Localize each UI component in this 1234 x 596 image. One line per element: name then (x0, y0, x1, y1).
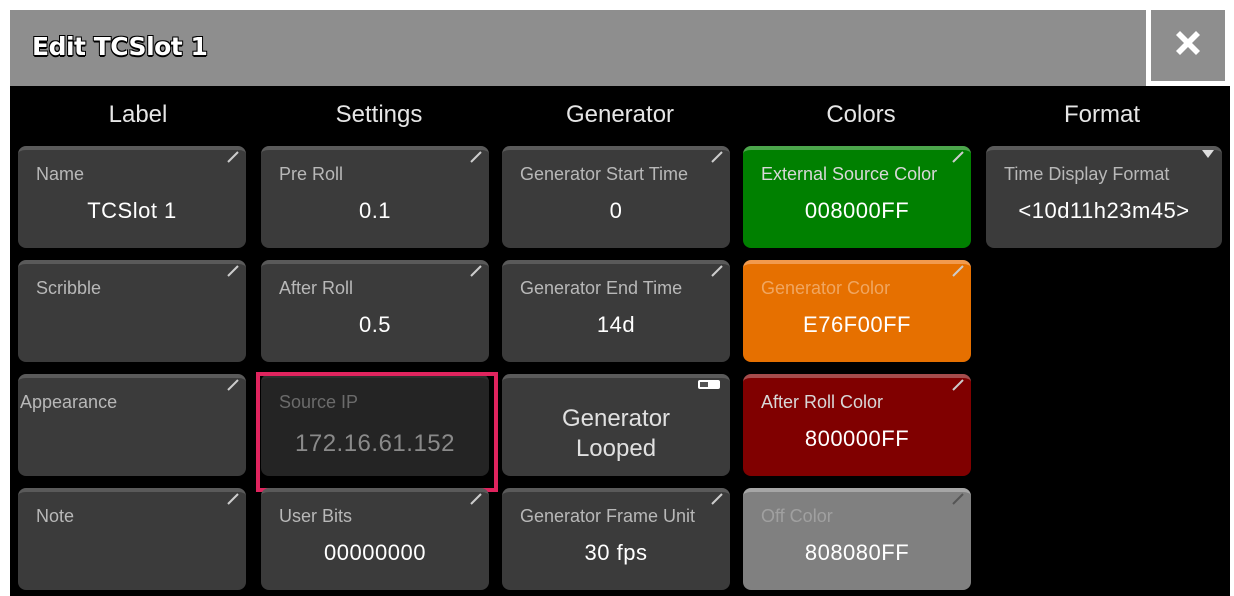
name-value: TCSlot 1 (87, 198, 177, 223)
pencil-corner-icon (227, 265, 239, 277)
column-header-colors: Colors (826, 101, 896, 128)
column-header-settings: Settings (335, 101, 423, 128)
pencil-corner-icon (470, 493, 482, 505)
generator-end-time-field[interactable]: Generator End Time 14d (502, 260, 730, 362)
external-source-color-value: 008000FF (804, 198, 910, 223)
after-roll-color-label: After Roll Color (761, 392, 884, 412)
generator-start-time-field[interactable]: Generator Start Time 0 (502, 146, 730, 248)
toggle-icon (698, 380, 720, 389)
appearance-field[interactable]: Appearance (18, 374, 246, 476)
pencil-corner-icon (711, 265, 723, 277)
after-roll-color-value: 800000FF (804, 426, 910, 451)
user-bits-label: User Bits (279, 506, 353, 526)
off-color-value: 808080FF (804, 540, 910, 565)
generator-start-time-label: Generator Start Time (520, 164, 689, 184)
user-bits-value: 00000000 (324, 540, 426, 565)
note-field[interactable]: Note (18, 488, 246, 590)
generator-end-time-value: 14d (596, 312, 636, 337)
title-bar: Edit TCSlot 1 (10, 10, 1230, 86)
generator-frame-unit-label: Generator Frame Unit (520, 506, 696, 526)
appearance-label: Appearance (20, 392, 118, 412)
pencil-corner-icon (470, 265, 482, 277)
external-source-color-label: External Source Color (761, 164, 938, 184)
source-ip-value: 172.16.61.152 (295, 430, 455, 457)
source-ip-label: Source IP (279, 392, 359, 412)
pencil-corner-icon (711, 151, 723, 163)
generator-looped-toggle[interactable]: Generator Looped (502, 374, 730, 476)
generator-looped-line2: Looped (575, 435, 657, 462)
generator-end-time-label: Generator End Time (520, 278, 683, 298)
name-field[interactable]: Name TCSlot 1 (18, 146, 246, 248)
pencil-corner-icon (711, 493, 723, 505)
time-display-format-value: <10d11h23m45> (1018, 198, 1190, 223)
after-roll-field[interactable]: After Roll 0.5 (261, 260, 489, 362)
generator-color-value: E76F00FF (803, 312, 911, 337)
after-roll-color-field[interactable]: After Roll Color 800000FF (743, 374, 971, 476)
pencil-corner-icon (952, 151, 964, 163)
user-bits-field[interactable]: User Bits 00000000 (261, 488, 489, 590)
pre-roll-field[interactable]: Pre Roll 0.1 (261, 146, 489, 248)
off-color-label: Off Color (761, 506, 833, 526)
pencil-corner-icon (227, 379, 239, 391)
generator-frame-unit-value: 30 fps (584, 540, 648, 565)
time-display-format-label: Time Display Format (1004, 164, 1170, 184)
pencil-corner-icon (952, 379, 964, 391)
scribble-label: Scribble (36, 278, 102, 298)
note-label: Note (36, 506, 75, 526)
generator-color-label: Generator Color (761, 278, 891, 298)
pre-roll-label: Pre Roll (279, 164, 344, 184)
edit-tcslot-dialog: Edit TCSlot 1 Label Settings Generator C… (10, 10, 1230, 596)
close-x-icon (1176, 31, 1200, 55)
external-source-color-field[interactable]: External Source Color 008000FF (743, 146, 971, 248)
dialog-title: Edit TCSlot 1 (32, 32, 208, 61)
generator-looped-line1: Generator (561, 405, 671, 432)
pencil-corner-icon (227, 151, 239, 163)
pencil-corner-icon (952, 493, 964, 505)
dropdown-triangle-icon (1202, 150, 1214, 158)
column-header-label: Label (108, 101, 168, 128)
pencil-corner-icon (470, 151, 482, 163)
name-label: Name (36, 164, 85, 184)
source-ip-field[interactable]: Source IP 172.16.61.152 (261, 374, 489, 476)
pencil-corner-icon (952, 265, 964, 277)
generator-frame-unit-field[interactable]: Generator Frame Unit 30 fps (502, 488, 730, 590)
scribble-field[interactable]: Scribble (18, 260, 246, 362)
column-header-generator: Generator (565, 101, 675, 128)
generator-looped-label: Generator Looped (502, 404, 730, 464)
after-roll-value: 0.5 (358, 312, 392, 337)
after-roll-label: After Roll (279, 278, 354, 298)
off-color-field[interactable]: Off Color 808080FF (743, 488, 971, 590)
generator-start-time-value: 0 (609, 198, 623, 223)
pre-roll-value: 0.1 (358, 198, 392, 223)
time-display-format-dropdown[interactable]: Time Display Format <10d11h23m45> (986, 146, 1222, 248)
column-header-format: Format (1063, 101, 1140, 128)
close-button[interactable] (1146, 10, 1230, 86)
generator-color-field[interactable]: Generator Color E76F00FF (743, 260, 971, 362)
pencil-corner-icon (227, 493, 239, 505)
